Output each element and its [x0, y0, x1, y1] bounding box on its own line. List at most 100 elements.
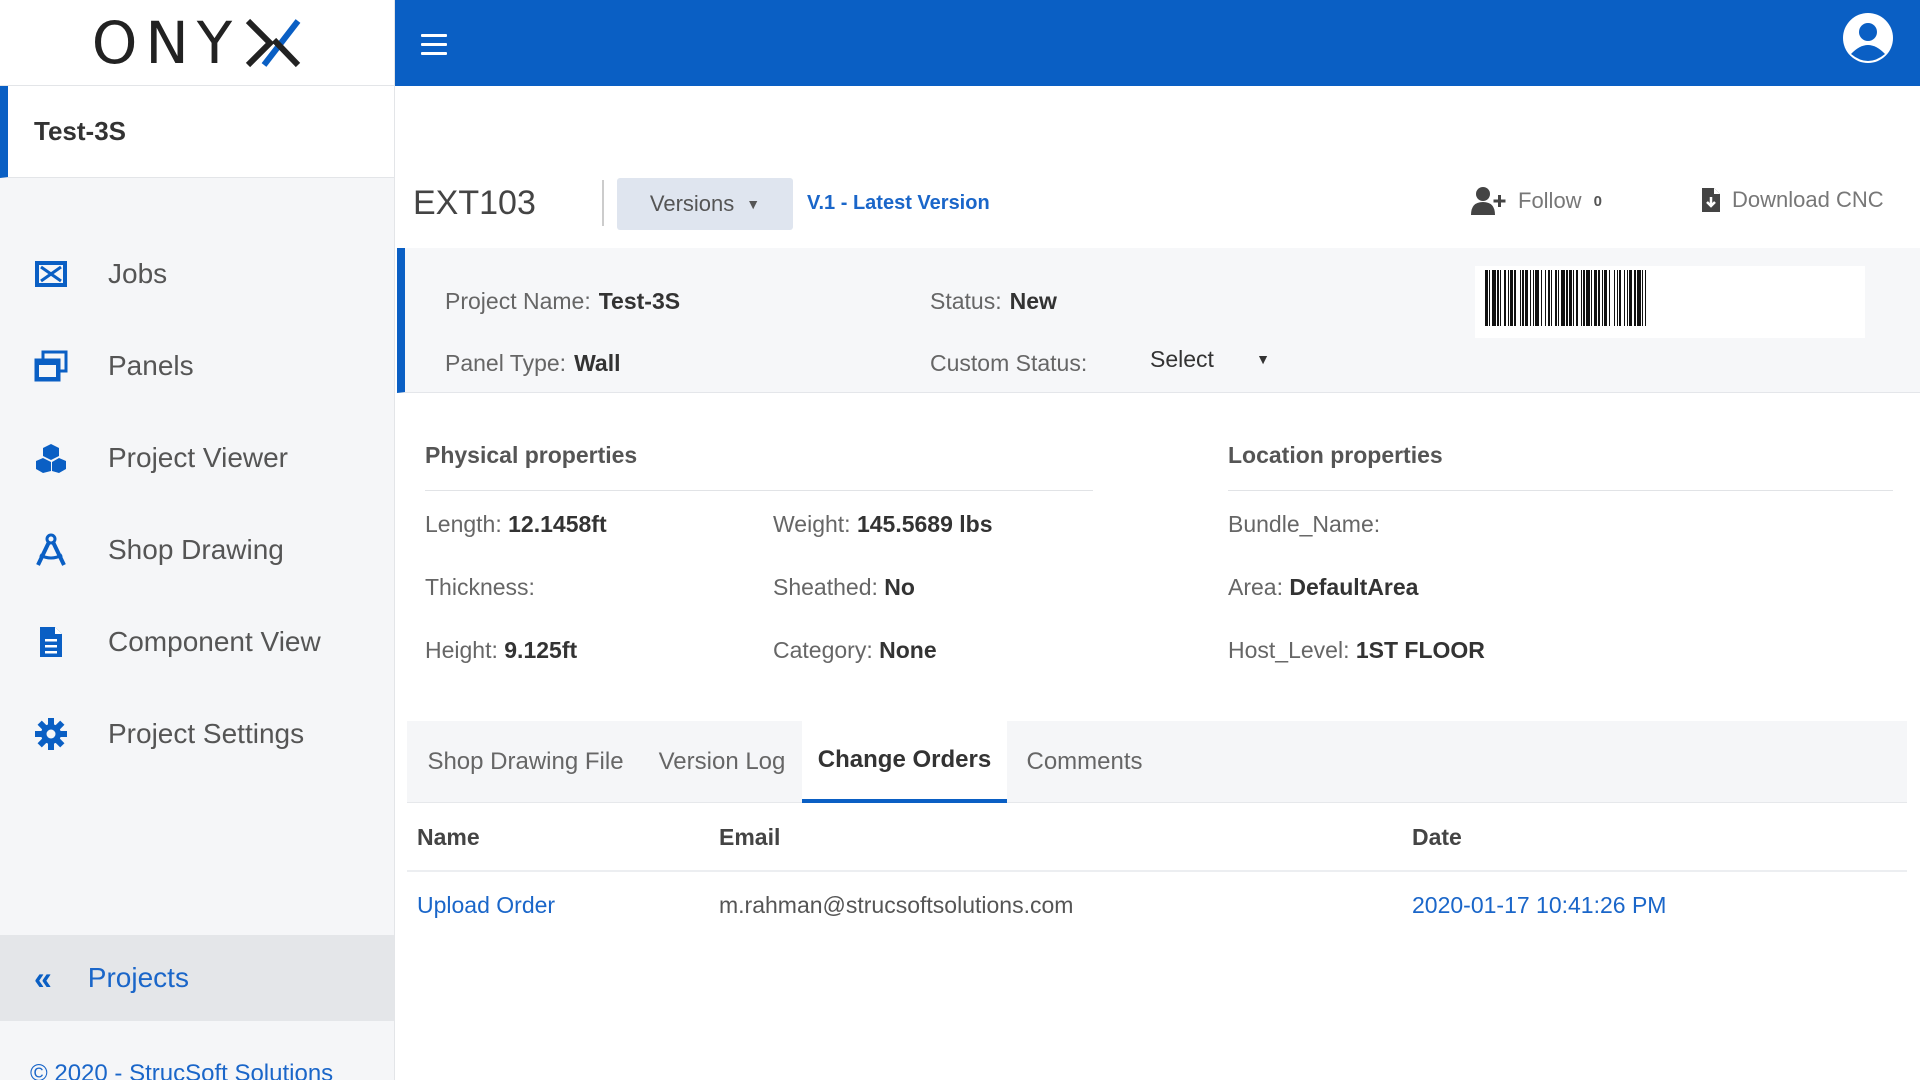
barcode-bar: [1586, 270, 1590, 326]
follow-label: Follow: [1518, 188, 1582, 213]
latest-version-link[interactable]: V.1 - Latest Version: [807, 192, 990, 215]
barcode-bar: [1520, 270, 1521, 326]
area-value: DefaultArea: [1289, 574, 1419, 600]
hamburger-menu-icon[interactable]: [421, 34, 447, 56]
location-properties-title: Location properties: [1228, 442, 1443, 468]
sidebar-item-label: Jobs: [108, 258, 168, 289]
projects-back-link[interactable]: « Projects: [0, 935, 394, 1021]
sidebar-item-panels[interactable]: Panels: [0, 320, 394, 412]
panel-type-label: Panel Type:: [445, 350, 567, 376]
double-chevron-left-icon: «: [34, 959, 52, 996]
panel-id-title: EXT103: [413, 184, 536, 222]
barcode-bar: [1627, 270, 1628, 326]
panel-type-value: Wall: [574, 350, 621, 376]
sidebar-item-label: Project Viewer: [108, 442, 289, 473]
logo-x-mark-icon: [246, 18, 301, 67]
category-label: Category:: [773, 637, 873, 663]
projects-link-label: Projects: [87, 962, 189, 993]
table-header: Name Email Date: [407, 806, 1907, 872]
barcode-bar: [1583, 270, 1585, 326]
project-viewer-icon: [32, 439, 70, 477]
file-download-icon: [1702, 188, 1720, 212]
barcode-bar: [1645, 270, 1646, 326]
panel-title-row: EXT103 Versions ▼ V.1 - Latest Version F…: [395, 178, 1920, 236]
sidebar-project-name[interactable]: Test-3S: [0, 86, 394, 178]
app-root: ONY Test-3S Jobs Panels Project Viewer S…: [0, 0, 1920, 1080]
barcode-bar: [1497, 270, 1499, 326]
barcode-bar: [1617, 270, 1618, 326]
order-email: m.rahman@strucsoftsolutions.com: [719, 892, 1074, 918]
order-name-link[interactable]: Upload Order: [417, 892, 555, 919]
title-divider: [602, 180, 604, 226]
barcode-bar: [1522, 270, 1524, 326]
versions-dropdown-button[interactable]: Versions ▼: [617, 178, 793, 230]
barcode-bar: [1548, 270, 1550, 326]
status-label: Status:: [930, 288, 1002, 314]
tab-version-log[interactable]: Version Log: [644, 721, 800, 803]
follow-button[interactable]: Follow 0: [1470, 186, 1602, 216]
bundle-name-label: Bundle_Name:: [1228, 511, 1381, 537]
project-name-value: Test-3S: [598, 288, 681, 314]
custom-status-select[interactable]: Select ▼: [1150, 342, 1270, 376]
barcode-bar: [1492, 270, 1496, 326]
barcode-bar: [1614, 270, 1615, 326]
top-bar: [395, 0, 1920, 86]
barcode-bar: [1489, 270, 1490, 326]
column-header-date: Date: [1412, 824, 1462, 850]
project-name-label: Project Name:: [445, 288, 591, 314]
barcode-bar: [1591, 270, 1592, 326]
sheathed-property: Sheathed: No: [773, 574, 915, 601]
height-value: 9.125ft: [504, 637, 578, 663]
logo-text: ONY: [91, 8, 241, 77]
barcode-bar: [1485, 270, 1488, 326]
category-property: Category: None: [773, 637, 937, 664]
caret-down-icon: ▼: [746, 196, 761, 212]
tab-comments[interactable]: Comments: [1007, 721, 1162, 803]
table-row: Upload Order m.rahman@strucsoftsolutions…: [407, 872, 1907, 942]
caret-down-icon: ▼: [1256, 351, 1270, 367]
tab-change-orders[interactable]: Change Orders: [802, 721, 1007, 803]
thickness-property: Thickness:: [425, 574, 535, 601]
host-level-value: 1ST FLOOR: [1355, 637, 1485, 663]
barcode-bar: [1500, 270, 1501, 326]
weight-value: 145.5689 lbs: [856, 511, 993, 537]
barcode-bar: [1545, 270, 1546, 326]
panel-type-field: Panel Type: Wall: [445, 350, 621, 377]
shop-drawing-icon: [32, 531, 70, 569]
sidebar-item-project-settings[interactable]: Project Settings: [0, 688, 394, 780]
barcode-bar: [1504, 270, 1506, 326]
barcode-bar: [1581, 270, 1582, 326]
barcode-bar: [1598, 270, 1600, 326]
onyx-logo: ONY: [92, 9, 302, 77]
weight-property: Weight: 145.5689 lbs: [773, 511, 993, 538]
barcode-bar: [1541, 270, 1542, 326]
sidebar-item-jobs[interactable]: Jobs: [0, 228, 394, 320]
sidebar-item-label: Project Settings: [108, 718, 305, 749]
barcode-bar: [1558, 270, 1559, 326]
barcode-bar: [1609, 270, 1610, 326]
copyright-text[interactable]: © 2020 - StrucSoft Solutions: [30, 1060, 333, 1080]
order-date-link[interactable]: 2020-01-17 10:41:26 PM: [1412, 892, 1666, 919]
area-property: Area: DefaultArea: [1228, 574, 1418, 601]
tab-shop-drawing-file[interactable]: Shop Drawing File: [407, 721, 644, 803]
location-properties-divider: [1228, 490, 1893, 491]
length-label: Length:: [425, 511, 502, 537]
sidebar-item-label: Component View: [108, 626, 321, 657]
barcode-bar: [1566, 270, 1568, 326]
barcode-bar: [1525, 270, 1528, 326]
sidebar-item-shop-drawing[interactable]: Shop Drawing: [0, 504, 394, 596]
barcode-bar: [1576, 270, 1578, 326]
tabs-bar: Shop Drawing File Version Log Change Ord…: [407, 721, 1907, 803]
user-account-icon[interactable]: [1842, 12, 1894, 64]
panel-info-box: Project Name: Test-3S Panel Type: Wall Sta…: [397, 248, 1920, 393]
panels-icon: [32, 347, 70, 385]
sidebar-item-project-viewer[interactable]: Project Viewer: [0, 412, 394, 504]
barcode-bar: [1642, 270, 1643, 326]
barcode-bar: [1530, 270, 1531, 326]
gear-icon: [32, 715, 70, 753]
barcode-bar: [1619, 270, 1621, 326]
barcode-bar: [1533, 270, 1534, 326]
download-cnc-button[interactable]: Download CNC: [1700, 186, 1884, 214]
barcode-bar: [1637, 270, 1641, 326]
sidebar-item-component-view[interactable]: Component View: [0, 596, 394, 688]
